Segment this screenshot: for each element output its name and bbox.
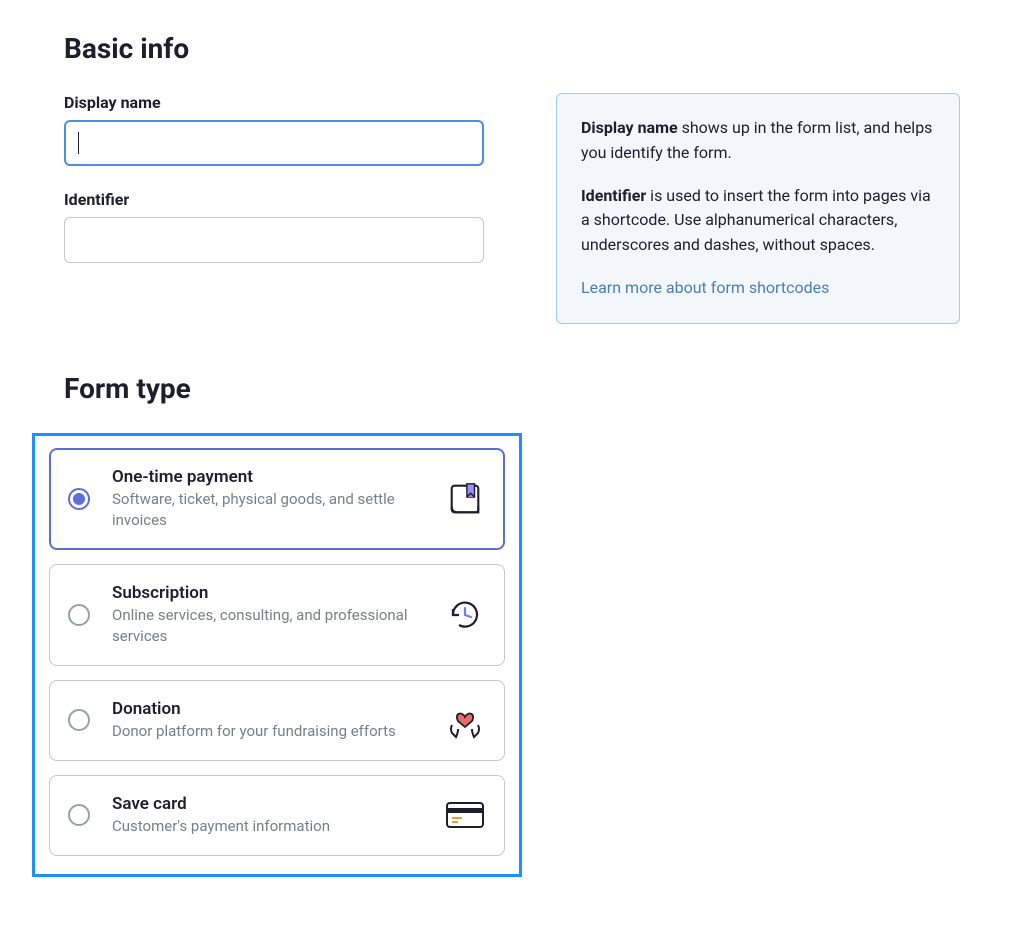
info-panel: Display name shows up in the form list, … [556, 93, 960, 324]
credit-card-icon [444, 794, 486, 836]
option-title: Donation [112, 699, 432, 719]
display-name-label: Display name [64, 93, 484, 112]
text-cursor-icon [78, 132, 79, 154]
display-name-input[interactable] [64, 120, 484, 166]
form-type-option-donation[interactable]: Donation Donor platform for your fundrai… [49, 680, 505, 761]
radio-icon [68, 604, 90, 626]
option-desc: Software, ticket, physical goods, and se… [112, 489, 432, 531]
form-type-option-subscription[interactable]: Subscription Online services, consulting… [49, 564, 505, 666]
identifier-label: Identifier [64, 190, 484, 209]
hands-heart-icon [444, 699, 486, 741]
info-identifier-label: Identifier [581, 186, 646, 205]
learn-more-link[interactable]: Learn more about form shortcodes [581, 278, 829, 297]
form-type-option-onetime[interactable]: One-time payment Software, ticket, physi… [49, 448, 505, 550]
option-title: One-time payment [112, 467, 432, 487]
option-title: Save card [112, 794, 432, 814]
option-desc: Online services, consulting, and profess… [112, 605, 432, 647]
history-clock-icon [444, 594, 486, 636]
option-desc: Customer's payment information [112, 816, 432, 837]
form-type-option-savecard[interactable]: Save card Customer's payment information [49, 775, 505, 856]
identifier-input[interactable] [64, 217, 484, 263]
radio-icon [68, 804, 90, 826]
info-display-name-label: Display name [581, 118, 678, 137]
option-title: Subscription [112, 583, 432, 603]
radio-icon [68, 709, 90, 731]
radio-icon [68, 488, 90, 510]
highlight-box: One-time payment Software, ticket, physi… [32, 433, 522, 877]
book-icon [444, 478, 486, 520]
basic-info-title: Basic info [64, 32, 960, 65]
form-type-title: Form type [64, 372, 960, 405]
option-desc: Donor platform for your fundraising effo… [112, 721, 432, 742]
